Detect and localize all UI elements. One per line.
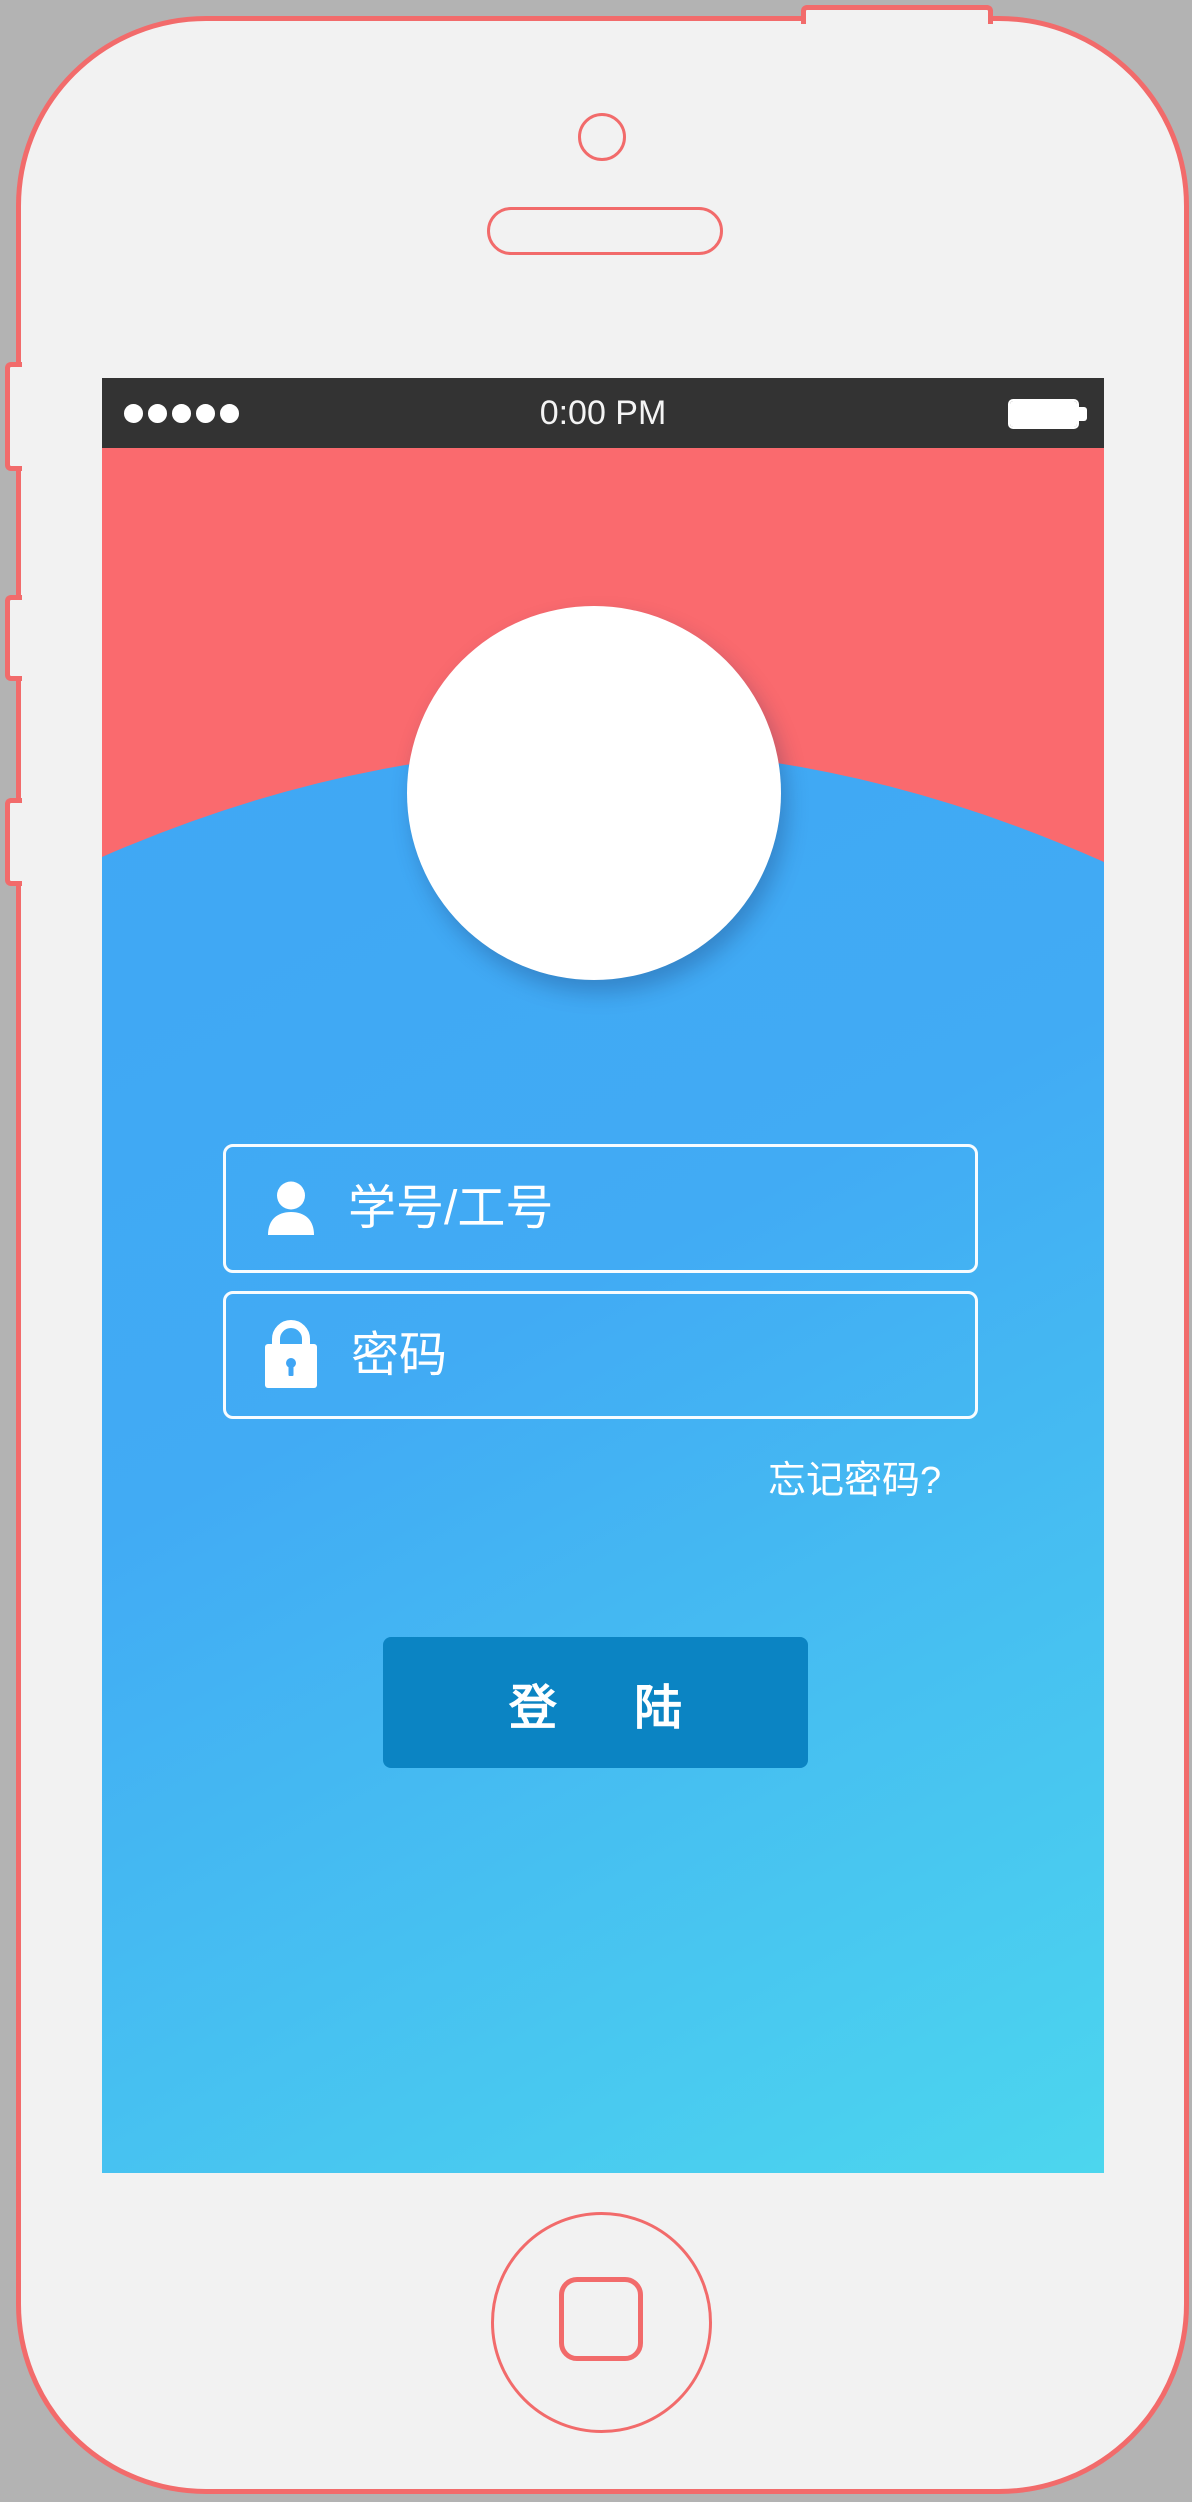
password-field[interactable] [223, 1291, 978, 1419]
phone-screen: 0:00 PM 忘记密码? 登 陆 [102, 378, 1104, 2173]
lock-icon [265, 1320, 317, 1388]
status-bar: 0:00 PM [102, 378, 1104, 448]
username-field[interactable] [223, 1144, 978, 1273]
username-input[interactable] [348, 1147, 958, 1270]
battery-terminal [1079, 407, 1087, 421]
power-button [801, 5, 993, 24]
status-time: 0:00 PM [539, 394, 667, 432]
login-button-label: 登 陆 [508, 1681, 683, 1735]
side-button-mute [5, 362, 22, 471]
side-button-volume-down [5, 798, 22, 886]
user-icon-body [268, 1212, 314, 1235]
password-input[interactable] [351, 1294, 961, 1416]
user-icon [268, 1181, 314, 1235]
battery-icon [1008, 399, 1079, 429]
earpiece-speaker [487, 207, 723, 255]
user-icon-head [277, 1181, 305, 1210]
lock-icon-keyhole-stem [288, 1364, 294, 1376]
home-square-icon [559, 2277, 643, 2361]
front-camera [578, 113, 626, 161]
battery-fill [1010, 401, 1077, 427]
login-button[interactable]: 登 陆 [383, 1637, 808, 1768]
side-button-volume-up [5, 595, 22, 681]
avatar [407, 606, 781, 980]
forgot-password-link[interactable]: 忘记密码? [768, 1457, 941, 1505]
